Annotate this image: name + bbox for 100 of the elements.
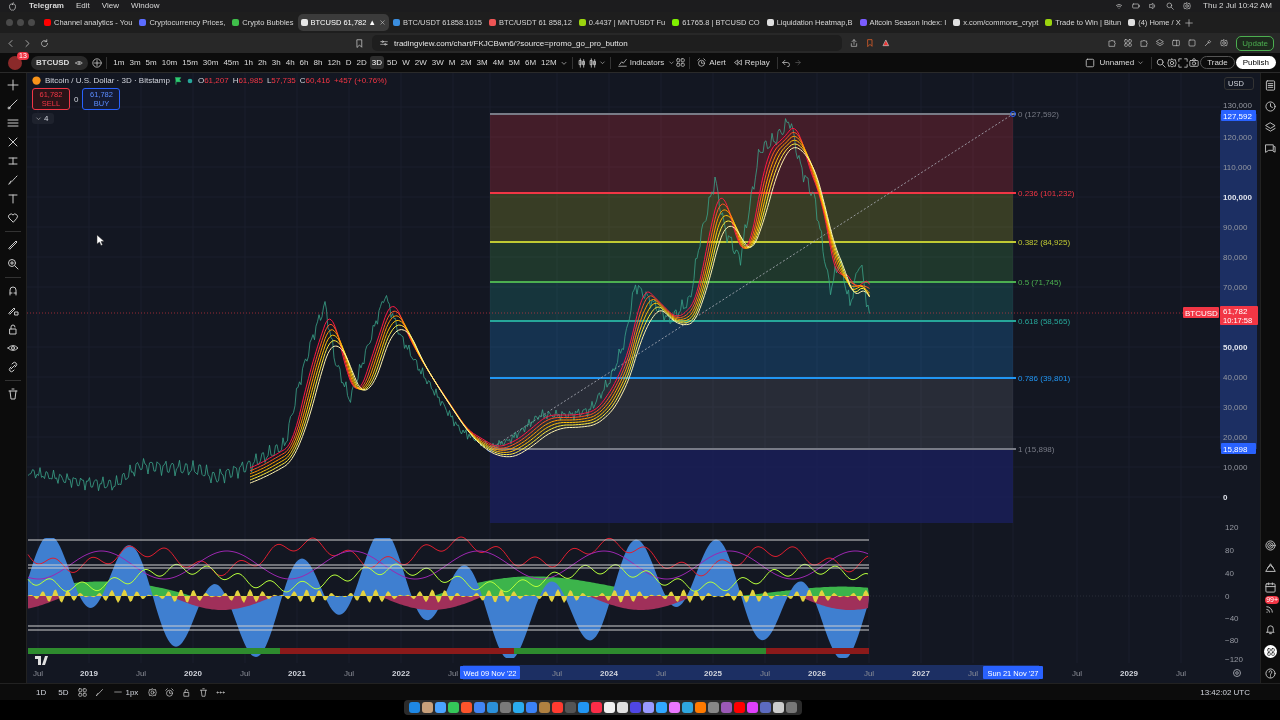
calendar-icon[interactable] [1265,582,1276,593]
close-icon[interactable] [378,19,386,26]
interval-button[interactable]: 2D [354,56,369,69]
candles-icon[interactable] [576,57,587,68]
ruler-icon[interactable] [7,239,19,251]
camera-icon[interactable] [1189,57,1200,68]
menu-item[interactable]: Edit [76,1,90,11]
interval-button[interactable]: 5M [506,56,522,69]
flag-icon[interactable] [173,76,182,85]
triangle-icon[interactable] [882,39,890,47]
menu-app-name[interactable]: Telegram [29,1,64,11]
add-symbol-icon[interactable] [92,57,103,68]
app-icon[interactable] [512,702,524,713]
interval-button[interactable]: 6M [523,56,539,69]
object-tree-icon[interactable] [78,687,88,697]
chart-title[interactable]: Bitcoin / U.S. Dollar · 3D · Bitstamp [45,76,170,85]
app-icon[interactable] [434,702,446,713]
interval-button[interactable]: 3h [269,56,283,69]
settings-icon[interactable] [1167,57,1178,68]
wifi-icon[interactable] [1115,2,1124,10]
compare-icon[interactable] [75,58,84,67]
interval-button[interactable]: 12M [539,56,559,69]
site-settings-icon[interactable] [380,39,388,47]
magnet-icon[interactable] [7,285,19,297]
interval-button[interactable]: 5D [385,56,400,69]
heart-icon[interactable] [7,212,19,224]
range-button[interactable]: 5D [56,687,71,697]
address-field[interactable]: tradingview.com/chart/FKJCBwn6/?source=promo_go_pro_button [372,35,842,51]
interval-button[interactable]: 12h [325,56,343,69]
drawing-handle[interactable] [1010,111,1016,117]
menu-item[interactable]: View [101,1,119,11]
lock-icon[interactable] [182,687,192,697]
interval-button[interactable]: 4M [490,56,506,69]
alarm-icon[interactable] [165,687,175,697]
interval-button[interactable]: 6h [297,56,311,69]
interval-button[interactable]: M [446,56,458,69]
sidebar-icon[interactable] [1172,39,1181,47]
caret-icon[interactable] [668,59,676,66]
pattern-tool-icon[interactable] [7,136,19,148]
menu-item[interactable]: Window [131,1,160,11]
interval-button[interactable]: 3W [429,56,446,69]
interval-button[interactable]: 3D [369,56,384,69]
clock-label[interactable]: 13:42:02 UTC [1200,687,1250,697]
interval-button[interactable]: 5m [143,56,159,69]
apps-button[interactable] [1264,645,1277,658]
undo-icon[interactable] [781,58,791,67]
layout-button[interactable]: Unnamed [1096,58,1148,67]
app-icon[interactable] [655,702,667,713]
app-icon[interactable] [642,702,654,713]
target-icon[interactable] [1265,540,1276,551]
clock-icon[interactable] [1265,101,1276,112]
forward-icon[interactable] [23,38,32,48]
back-icon[interactable] [6,38,15,48]
new-tab-icon[interactable] [1184,18,1193,27]
interval-button[interactable]: 15m [180,56,200,69]
interval-button[interactable]: 3M [474,56,490,69]
volume-icon[interactable] [1149,2,1158,10]
collapse-button[interactable]: 4 [32,113,54,124]
bars-icon[interactable] [587,57,598,68]
interval-button[interactable]: W [400,56,412,69]
range-button[interactable]: 1D [34,687,49,697]
eyedropper-icon[interactable] [1204,39,1213,47]
settings-icon[interactable] [1233,669,1241,677]
publish-button[interactable]: Publish [1235,56,1276,69]
app-icon[interactable] [616,702,628,713]
layout-icon[interactable] [1085,57,1096,68]
brush-icon[interactable] [7,174,19,186]
quick-search-icon[interactable] [1156,57,1167,68]
interval-button[interactable]: 2h [255,56,269,69]
eye-icon[interactable] [7,342,19,354]
app-icon[interactable] [421,702,433,713]
logo-icon[interactable] [35,656,48,665]
line-width-button[interactable]: 1px [112,687,141,697]
bookmark-icon[interactable] [355,38,364,48]
lock-icon[interactable] [7,323,19,335]
layers-icon[interactable] [1156,39,1165,47]
extension-icon[interactable] [1108,39,1117,47]
grid-icon[interactable] [1124,39,1133,47]
interval-button[interactable]: 1m [111,56,127,69]
caret-icon[interactable] [598,59,606,66]
update-button[interactable]: Update [1236,35,1274,51]
app-icon[interactable] [668,702,680,713]
trash-icon[interactable] [199,687,209,697]
interval-button[interactable]: 2M [458,56,474,69]
app-icon[interactable] [694,702,706,713]
interval-button[interactable]: 1h [241,56,255,69]
zoom-in-icon[interactable] [7,258,19,270]
fib-tool-icon[interactable] [7,117,19,129]
layers-icon[interactable] [1265,122,1276,133]
interval-button[interactable]: 4h [283,56,297,69]
settings-icon[interactable] [148,687,158,697]
bell-icon[interactable] [1265,624,1276,635]
interval-button[interactable]: 3m [127,56,143,69]
app-icon[interactable] [772,702,784,713]
mountain-icon[interactable] [1265,561,1276,572]
templates-icon[interactable] [676,58,686,67]
apple-logo-icon[interactable] [8,1,17,11]
feed-icon[interactable] [1265,603,1276,614]
wallet-icon[interactable] [1188,39,1197,47]
pencil-icon[interactable] [95,687,105,697]
